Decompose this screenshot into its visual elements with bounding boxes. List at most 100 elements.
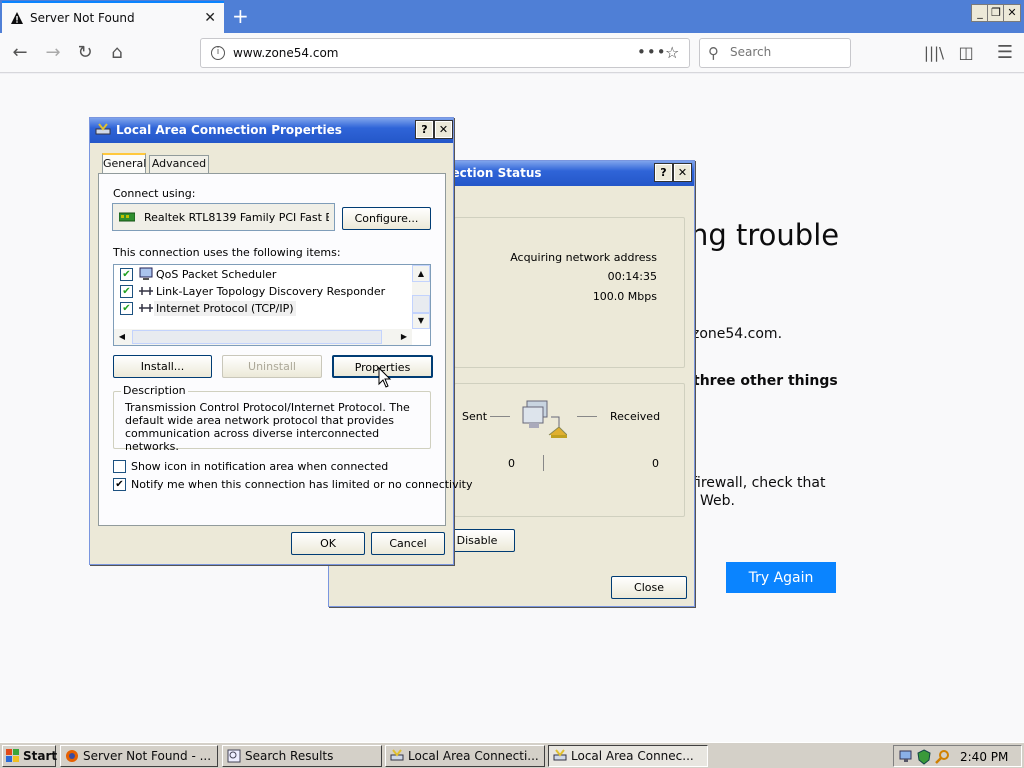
close-tab-icon[interactable]: ✕	[204, 10, 216, 26]
task-local-area-connection-status[interactable]: Local Area Connecti...	[385, 745, 545, 767]
network-connection-icon	[553, 749, 567, 761]
browser-tab[interactable]: Server Not Found ✕	[2, 1, 224, 33]
back-arrow-icon[interactable]: ←	[8, 41, 32, 65]
show-icon-label: Show icon in notification area when conn…	[131, 460, 389, 473]
warning-icon	[11, 12, 23, 24]
activity-divider	[543, 455, 544, 471]
search-box[interactable]: ⚲	[699, 38, 851, 68]
notify-checkbox[interactable]: ✔	[113, 478, 126, 491]
tab-title: Server Not Found	[30, 11, 135, 25]
connection-properties-dialog: Local Area Connection Properties ? ✕ Gen…	[89, 117, 473, 565]
task-label: Server Not Found - ...	[83, 749, 212, 763]
uninstall-button[interactable]: Uninstall	[222, 355, 322, 378]
vertical-scrollbar[interactable]: ▲ ▼	[412, 265, 430, 329]
task-label: Search Results	[245, 749, 334, 763]
sidebar-icon[interactable]: ◫	[954, 41, 978, 65]
item-label-selected: Internet Protocol (TCP/IP)	[154, 301, 296, 316]
properties-dialog-titlebar[interactable]: Local Area Connection Properties	[90, 118, 453, 143]
adapter-field: Realtek RTL8139 Family PCI Fast Eth	[112, 203, 335, 231]
task-search-results[interactable]: Search Results	[222, 745, 382, 767]
duration-value: 00:14:35	[607, 270, 657, 283]
address-bar[interactable]: i www.zone54.com ••• ☆	[200, 38, 690, 68]
cancel-button[interactable]: Cancel	[371, 532, 445, 555]
search-tray-icon[interactable]	[934, 749, 950, 765]
tab-advanced[interactable]: Advanced	[149, 155, 209, 173]
library-icon[interactable]: |||\	[922, 41, 946, 65]
connect-using-label: Connect using:	[113, 187, 196, 200]
page-domain-text: zone54.com.	[692, 326, 783, 342]
task-label: Local Area Connec...	[571, 749, 694, 763]
try-again-button[interactable]: Try Again	[726, 562, 836, 593]
scroll-right-icon[interactable]: ▶	[396, 329, 412, 345]
security-tray-icon[interactable]	[916, 749, 932, 765]
forward-arrow-icon[interactable]: →	[41, 41, 65, 65]
page-subheading: three other things	[693, 373, 838, 389]
item-checkbox[interactable]: ✔	[120, 302, 133, 315]
network-tray-icon[interactable]	[898, 749, 914, 765]
help-icon[interactable]: ?	[654, 163, 673, 182]
received-bytes-value: 0	[652, 457, 659, 470]
ok-button[interactable]: OK	[291, 532, 365, 555]
scroll-down-icon[interactable]: ▼	[412, 313, 430, 329]
url-text[interactable]: www.zone54.com	[233, 46, 339, 60]
page-firewall-line2: Web.	[700, 493, 735, 509]
speed-value: 100.0 Mbps	[592, 290, 657, 303]
page-actions-icon[interactable]: •••	[637, 43, 667, 61]
sent-bytes-value: 0	[508, 457, 515, 470]
show-icon-checkbox[interactable]	[113, 460, 126, 473]
task-label: Local Area Connecti...	[408, 749, 539, 763]
home-icon[interactable]: ⌂	[105, 41, 129, 65]
sent-label: Sent	[462, 410, 488, 423]
list-item[interactable]: ✔ QoS Packet Scheduler	[114, 266, 410, 283]
activity-groupbox	[454, 383, 685, 517]
help-icon[interactable]: ?	[415, 120, 434, 139]
protocol-icon	[139, 304, 153, 312]
received-line	[577, 416, 597, 417]
components-list[interactable]: ✔ QoS Packet Scheduler ✔ Link-Layer Topo…	[113, 264, 431, 346]
start-button[interactable]: Start	[2, 745, 58, 767]
tab-general[interactable]: General	[102, 153, 146, 173]
network-connection-icon	[390, 749, 404, 761]
qos-scheduler-icon	[139, 267, 153, 280]
browser-tab-bar: Server Not Found ✕ + _ ❐ ✕	[0, 0, 1024, 33]
items-label: This connection uses the following items…	[113, 246, 341, 259]
item-checkbox[interactable]: ✔	[120, 285, 133, 298]
horizontal-scrollbar[interactable]: ◀ ▶	[114, 329, 412, 345]
status-value: Acquiring network address	[510, 251, 657, 264]
install-button[interactable]: Install...	[113, 355, 212, 378]
close-window-icon[interactable]: ✕	[1003, 4, 1021, 22]
list-item[interactable]: ✔ Link-Layer Topology Discovery Responde…	[114, 283, 410, 300]
sent-line	[490, 416, 510, 417]
network-computers-icon	[522, 400, 567, 438]
search-input[interactable]	[730, 45, 840, 59]
scroll-left-icon[interactable]: ◀	[114, 329, 130, 345]
list-item[interactable]: ✔ Internet Protocol (TCP/IP)	[114, 300, 410, 317]
network-adapter-icon	[119, 212, 135, 222]
mouse-cursor-icon	[378, 367, 392, 388]
task-local-area-connection-properties[interactable]: Local Area Connec...	[548, 745, 708, 767]
menu-icon[interactable]: ☰	[993, 41, 1017, 65]
status-close-button[interactable]: Close	[611, 576, 687, 599]
scroll-thumb[interactable]	[412, 295, 430, 313]
clock: 2:40 PM	[960, 750, 1009, 764]
info-icon[interactable]: i	[211, 46, 225, 60]
windows-logo-icon	[6, 749, 19, 762]
page-heading: ng trouble	[690, 218, 840, 252]
scroll-up-icon[interactable]: ▲	[412, 265, 430, 282]
reload-icon[interactable]: ↻	[73, 41, 97, 65]
new-tab-icon[interactable]: +	[232, 4, 249, 28]
firefox-icon	[66, 750, 78, 762]
task-firefox[interactable]: Server Not Found - ...	[60, 745, 218, 767]
item-label: Link-Layer Topology Discovery Responder	[156, 285, 386, 298]
properties-dialog-title: Local Area Connection Properties	[116, 123, 342, 137]
close-icon[interactable]: ✕	[434, 120, 453, 139]
notify-label: Notify me when this connection has limit…	[131, 478, 473, 491]
status-dialog-title: nection Status	[443, 166, 542, 180]
configure-button[interactable]: Configure...	[342, 207, 431, 230]
close-icon[interactable]: ✕	[673, 163, 692, 182]
item-checkbox[interactable]: ✔	[120, 268, 133, 281]
start-label: Start	[23, 749, 58, 763]
item-label: QoS Packet Scheduler	[156, 268, 277, 281]
h-scroll-thumb[interactable]	[132, 330, 382, 344]
bookmark-star-icon[interactable]: ☆	[665, 43, 679, 62]
